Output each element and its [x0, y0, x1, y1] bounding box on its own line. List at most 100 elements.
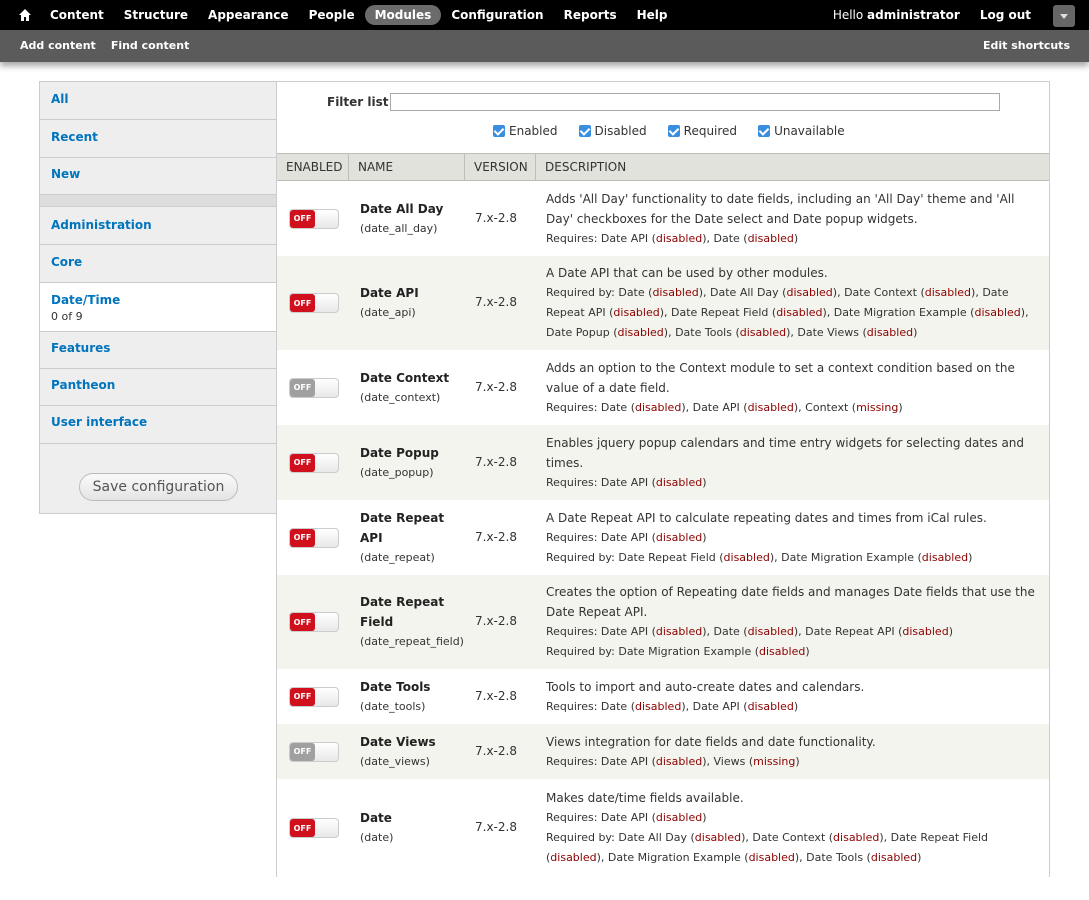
module-list-panel: Filter list Enabled Disabled Required Un… — [276, 81, 1050, 877]
tab-label: All — [51, 92, 69, 106]
module-version: 7.x-2.8 — [475, 454, 517, 469]
dependency-status: disabled — [974, 306, 1021, 319]
tab-recent[interactable]: Recent — [40, 120, 277, 158]
tab-label: New — [51, 167, 81, 181]
tab-new[interactable]: New — [40, 158, 277, 195]
checkbox-checked-icon — [667, 125, 680, 137]
dependency-status: disabled — [652, 286, 699, 299]
module-requires: Requires: Date API (disabled), Date (dis… — [546, 231, 799, 245]
module-required-by: Required by: Date Migration Example (dis… — [546, 645, 810, 658]
toolbar-menu: Content Structure Appearance People Modu… — [40, 0, 678, 30]
module-enable-toggle[interactable]: OFF — [289, 612, 339, 632]
filter-input[interactable] — [390, 93, 1000, 111]
description-text: Enables jquery popup calendars and time … — [546, 435, 1025, 470]
module-name: Date — [360, 811, 392, 825]
module-required-by: Required by: Date Repeat Field (disabled… — [546, 550, 973, 564]
save-configuration-button[interactable]: Save configuration — [79, 473, 238, 501]
module-version: 7.x-2.8 — [475, 614, 517, 628]
filter-disabled-checkbox[interactable]: Disabled — [578, 124, 647, 138]
filter-checkboxes: Enabled Disabled Required Unavailable — [493, 124, 866, 138]
column-header-enabled: Enabled — [277, 154, 349, 180]
shortcuts-bar: Add content Find content Edit shortcuts — [0, 30, 1089, 62]
checkbox-checked-icon — [578, 125, 591, 137]
module-machine-name: (date_repeat_field) — [360, 635, 464, 648]
module-category-tabs: All Recent New Administration Core Date/… — [39, 81, 277, 514]
module-enable-toggle[interactable]: OFF — [289, 452, 339, 473]
module-description: Enables jquery popup calendars and time … — [546, 433, 1038, 493]
module-description: Views integration for date fields and da… — [546, 732, 1038, 772]
tab-date-time[interactable]: Date/Time 0 of 9 — [40, 283, 277, 332]
tab-label: Administration — [51, 218, 152, 232]
table-row: OFF Date Repeat Field (date_repeat_field) 7… — [277, 575, 1049, 669]
user-area: Hello administrator Log out — [833, 8, 1031, 22]
toggle-off-label: OFF — [290, 294, 315, 312]
menu-item-help[interactable]: Help — [627, 5, 678, 25]
tab-label: Core — [51, 255, 83, 269]
dependency-status: disabled — [748, 851, 795, 864]
dependency-status: disabled — [655, 231, 703, 245]
shortcuts-drawer-toggle[interactable] — [1053, 5, 1075, 27]
menu-item-structure[interactable]: Structure — [114, 5, 198, 25]
dependency-status: disabled — [921, 550, 969, 564]
tab-pantheon[interactable]: Pantheon — [40, 369, 277, 406]
module-machine-name: (date_tools) — [360, 699, 426, 713]
dependency-status: disabled — [870, 851, 918, 864]
module-enable-toggle: OFF — [289, 377, 339, 398]
toggle-off-label: OFF — [290, 453, 315, 472]
shortcut-add-content[interactable]: Add content — [20, 39, 96, 52]
menu-item-reports[interactable]: Reports — [554, 5, 627, 25]
username-link[interactable]: administrator — [867, 8, 960, 22]
dependency-status: disabled — [924, 286, 972, 299]
module-required-by: Required by: Date All Day (disabled), Da… — [546, 831, 989, 864]
table-row: OFF Date (date) 7.x-2.8 Makes date/time fiel… — [277, 779, 1049, 877]
module-enable-toggle[interactable]: OFF — [289, 818, 339, 838]
filter-unavailable-checkbox[interactable]: Unavailable — [758, 124, 845, 138]
module-name: Date All Day — [360, 201, 444, 216]
logout-link[interactable]: Log out — [980, 8, 1031, 22]
description-text: Adds an option to the Context module to … — [546, 360, 1015, 395]
module-requires: Requires: Date API (disabled) — [546, 811, 707, 824]
user-greeting: Hello administrator — [832, 8, 960, 22]
menu-item-people[interactable]: People — [299, 5, 365, 25]
dependency-status: disabled — [613, 306, 660, 319]
tab-separator — [40, 195, 277, 207]
tab-core[interactable]: Core — [40, 245, 277, 283]
module-required-by: Required by: Date (disabled), Date All D… — [546, 286, 1029, 339]
shortcut-find-content[interactable]: Find content — [111, 39, 190, 52]
tab-label: User interface — [51, 415, 148, 429]
table-row: OFF Date API (date_api) 7.x-2.8 A Date API t… — [277, 256, 1049, 350]
dependency-status: missing — [753, 754, 796, 768]
table-row: OFF Date Context (date_context) 7.x-2.8 Adds… — [277, 350, 1049, 425]
menu-item-configuration[interactable]: Configuration — [441, 5, 553, 25]
module-enable-toggle[interactable]: OFF — [289, 527, 339, 548]
description-text: A Date Repeat API to calculate repeating… — [546, 510, 987, 525]
module-enable-toggle[interactable]: OFF — [289, 293, 339, 313]
home-icon[interactable] — [18, 8, 32, 22]
filter-required-checkbox[interactable]: Required — [667, 124, 737, 138]
toggle-off-label: OFF — [290, 209, 315, 228]
edit-shortcuts-link[interactable]: Edit shortcuts — [983, 39, 1070, 52]
module-version: 7.x-2.8 — [475, 743, 517, 758]
menu-item-appearance[interactable]: Appearance — [198, 5, 299, 25]
tab-user-interface[interactable]: User interface — [40, 406, 277, 444]
tab-features[interactable]: Features — [40, 332, 277, 369]
module-description: Makes date/time fields available. Require… — [546, 788, 1038, 868]
module-enable-toggle[interactable]: OFF — [289, 686, 339, 707]
module-name: Date Views — [360, 734, 436, 749]
dependency-status: disabled — [833, 831, 880, 844]
module-description: Adds an option to the Context module to … — [546, 358, 1038, 418]
module-requires: Requires: Date API (disabled) — [546, 530, 707, 544]
menu-item-modules[interactable]: Modules — [364, 5, 442, 25]
toggle-off-label: OFF — [290, 819, 315, 837]
tab-administration[interactable]: Administration — [40, 207, 277, 245]
description-text: Makes date/time fields available. — [546, 791, 744, 805]
menu-item-content[interactable]: Content — [40, 5, 114, 25]
tab-all[interactable]: All — [40, 82, 277, 120]
dependency-status: disabled — [759, 645, 806, 658]
filter-label: Filter list — [327, 95, 389, 109]
module-machine-name: (date_api) — [360, 306, 416, 319]
module-version: 7.x-2.8 — [475, 688, 517, 703]
filter-enabled-checkbox[interactable]: Enabled — [493, 124, 558, 138]
module-enable-toggle[interactable]: OFF — [289, 208, 339, 229]
module-description: A Date Repeat API to calculate repeating… — [546, 508, 1038, 568]
